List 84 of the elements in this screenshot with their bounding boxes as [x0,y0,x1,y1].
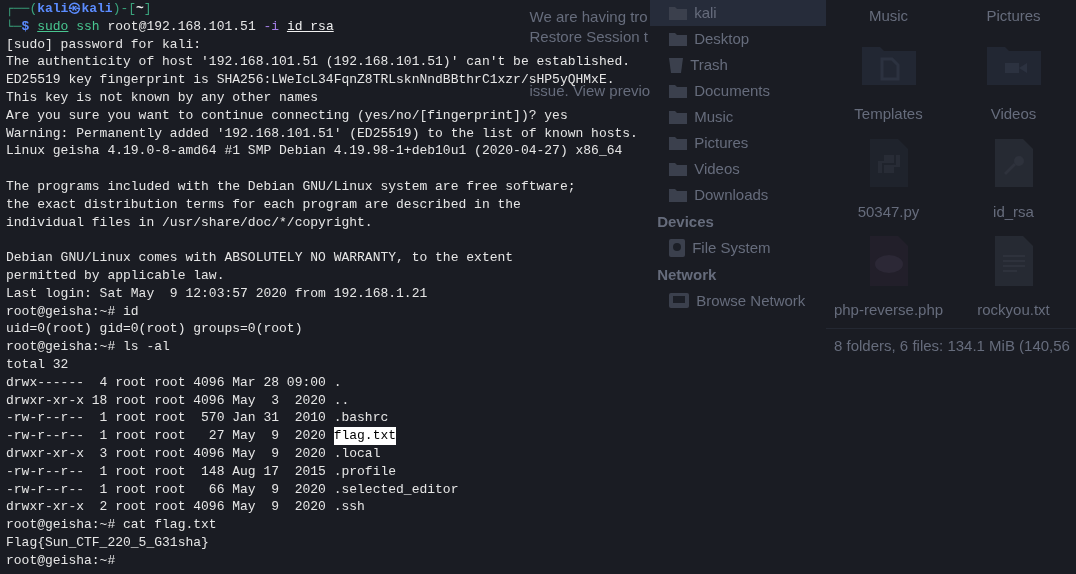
sidebar-label: Downloads [694,184,769,205]
sidebar-item[interactable]: Trash [650,52,826,78]
drive-icon [668,238,687,258]
sidebar-label: Videos [694,158,740,179]
terminal-line: Warning: Permanently added '192.168.101.51' (ED25519) to the list of known hosts. [6,124,638,143]
file-argument: id_rsa [286,17,334,36]
sidebar-label: Pictures [694,132,749,153]
prompt-symbol: $ [21,17,31,36]
file-label[interactable]: php-reverse.php [833,300,944,320]
terminal-line: individual files in /usr/share/doc/*/copyright. [6,213,373,232]
file-label[interactable]: Videos [990,104,1037,124]
sidebar-item[interactable]: Videos [650,156,826,182]
sidebar-label: Trash [690,54,728,75]
terminal-line: Debian GNU/Linux comes with ABSOLUTELY NO WARRANTY, to the extent [6,249,514,267]
prompt-frame: ┌──( [6,0,38,18]
terminal-line: -rw-r--r-- 1 root root 148 Aug 17 2015 .profile [6,462,397,481]
sidebar-heading: Network [657,265,717,285]
terminal-line: root@geisha:~# cat flag.txt [6,516,217,534]
file-label[interactable]: rockyou.txt [977,300,1050,320]
trash-icon [668,56,685,74]
sidebar-item[interactable]: Desktop [650,26,826,52]
sidebar-label: Desktop [694,28,750,49]
sidebar-label: File System [692,237,771,258]
terminal-line: total 32 [6,355,69,374]
prompt-directory: ~ [136,0,144,18]
file-label[interactable]: id_rsa [993,202,1034,222]
terminal-line: The authenticity of host '192.168.101.51 (192.168.101.51)' can't be established. [6,53,631,72]
folder-icon [668,109,689,125]
folder-icon [668,187,689,203]
terminal-line: Flag{Sun_CTF_220_5_G31sha} [6,533,209,552]
file-label[interactable]: 50347.py [857,202,920,222]
terminal-line: -rw-r--r-- 1 root root 570 Jan 31 2010 .bashrc [6,409,389,428]
command-text: -rw-r--r-- 1 root root 27 May 9 2020 [6,427,327,445]
sidebar-heading: Devices [657,212,714,232]
folder-icon [668,135,689,151]
terminal-line: root@geisha:~# id [6,302,139,321]
terminal-line: drwxr-xr-x 3 root root 4096 May 9 2020 .local [6,444,381,463]
sidebar-label: Documents [694,80,771,101]
sidebar-item[interactable]: Browse Network [650,288,826,314]
terminal-line: -rw-r--r-- 1 root root 66 May 9 2020 .selected_editor [6,480,459,499]
command-text: root@192.168.101.51 [106,17,256,36]
terminal-line: permitted by applicable law. [6,266,225,285]
command-name: ssh [75,17,100,36]
prompt-host: kali㉿kali [37,0,113,18]
prompt-frame: ] [143,0,152,18]
sidebar-item[interactable]: Downloads [650,182,826,208]
terminal-line: This key is not known by any other names [6,89,319,107]
key-file-icon [992,137,1035,189]
sidebar-item[interactable]: Documents [650,78,826,104]
terminal-line: uid=0(root) gid=0(root) groups=0(root) [6,320,303,339]
command-name: sudo [37,17,69,36]
network-icon [668,292,691,310]
sidebar-item[interactable]: File System [650,235,826,261]
terminal-line: [sudo] password for kali: [6,35,202,54]
text-file-icon [992,234,1035,288]
file-label[interactable]: Music [868,6,909,26]
file-label[interactable]: Templates [854,104,923,124]
notice-text: We are having tro [529,8,648,26]
terminal-line: drwxr-xr-x 18 root root 4096 May 3 2020 .. [6,391,350,410]
file-label[interactable]: Pictures [986,6,1041,26]
folder-icon [668,83,689,99]
terminal-line: the exact distribution terms for each program are described in the [6,195,521,214]
sidebar-item[interactable]: Music [650,104,826,130]
sidebar-label: kali [694,2,717,23]
notice-text: Restore Session t [529,28,648,46]
sidebar-label: Music [694,106,734,127]
terminal-line: Last login: Sat May 9 12:03:57 2020 from 192.168.1.21 [6,284,428,303]
terminal-line: drwxr-xr-x 2 root root 4096 May 9 2020 .ssh [6,498,365,517]
highlighted-filename: flag.txt [333,427,397,445]
sidebar-label: Browse Network [696,290,806,311]
folder-icon [668,31,689,47]
sidebar-item[interactable]: Pictures [650,130,826,156]
terminal-line: root@geisha:~# ls -al [6,338,170,356]
terminal-line: root@geisha:~# [6,551,116,570]
terminal-line: Are you sure you want to continue connecting (yes/no/[fingerprint])? yes [6,106,568,125]
folder-icon [668,161,689,177]
prompt-frame: )-[ [112,0,137,18]
status-text: 8 folders, 6 files: 134.1 MiB (140,56 [834,337,1070,354]
terminal-line: Linux geisha 4.19.0-8-amd64 #1 SMP Debian 4.19.98-1+deb10u1 (2020-04-27) x86_64 [6,142,623,161]
terminal-line: The programs included with the Debian GNU/Linux system are free software; [6,177,576,196]
sidebar-item[interactable]: kali [650,0,826,26]
command-option: -i [255,17,287,36]
terminal-line: drwx------ 4 root root 4096 Mar 28 09:00 . [6,373,342,392]
prompt-frame: └─ [6,17,22,36]
